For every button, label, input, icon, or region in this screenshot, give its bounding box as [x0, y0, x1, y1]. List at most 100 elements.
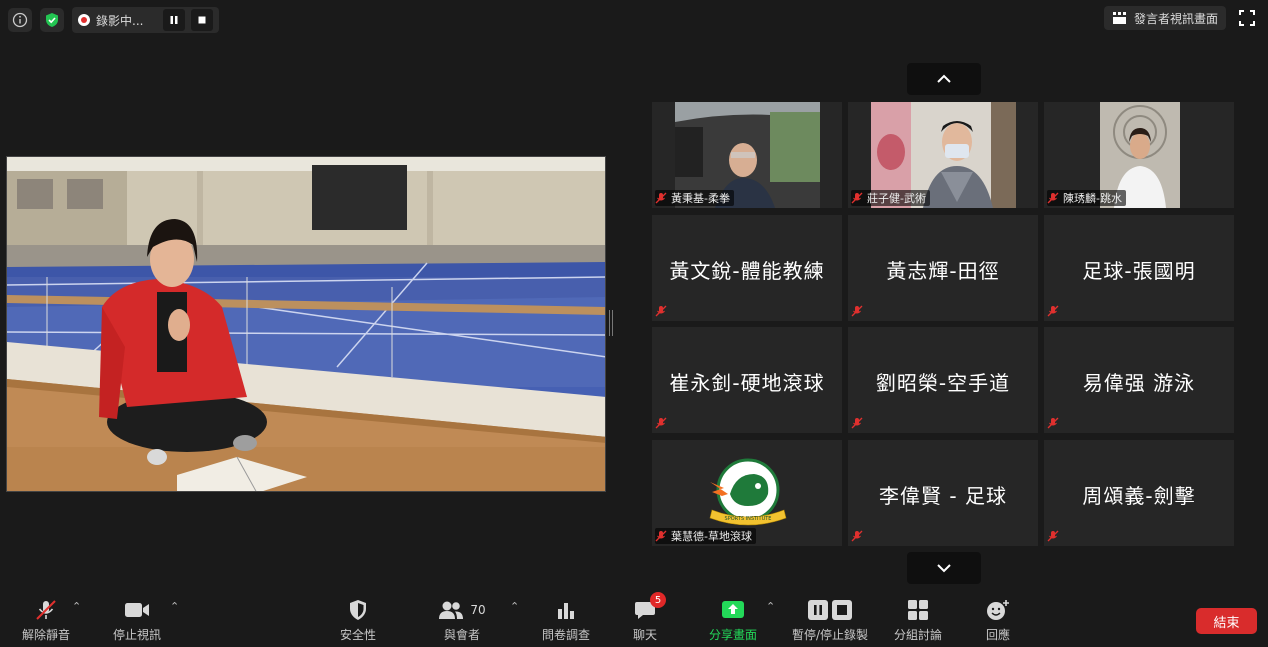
reactions-label: 回應 [985, 628, 1010, 642]
muted-mic-icon [851, 417, 863, 429]
gallery-next-page-button[interactable] [907, 552, 981, 584]
participant-name-large: 崔永釗-硬地滾球 [669, 371, 825, 395]
pause-icon [808, 600, 828, 620]
participant-nameplate [851, 303, 867, 319]
video-options-chevron-icon[interactable]: ⌃ [170, 600, 179, 613]
participants-count: 70 [470, 603, 486, 617]
participant-tile[interactable]: 黃秉基-柔拳 [652, 102, 842, 208]
participant-name-large: 足球-張國明 [1082, 259, 1196, 283]
participant-nameplate [1047, 303, 1063, 319]
participants-icon [439, 601, 464, 619]
shield-icon [350, 600, 366, 620]
participant-tile[interactable]: SPORTS INSTITUTE 葉慧德-草地滾球 [652, 440, 842, 546]
participant-nameplate: 黃秉基-柔拳 [655, 190, 734, 206]
muted-mic-icon [851, 305, 863, 317]
speaker-view-button[interactable]: 發言者視訊畫面 [1103, 6, 1226, 30]
panel-splitter-handle[interactable] [609, 310, 613, 336]
participant-name: 葉慧德-草地滾球 [671, 530, 752, 543]
stop-recording-button[interactable] [191, 9, 214, 31]
speaker-view-label: 發言者視訊畫面 [1133, 11, 1218, 26]
participant-name-large: 周頌義-劍擊 [1082, 484, 1196, 508]
reactions-button[interactable]: 回應 [958, 598, 1038, 643]
pause-stop-recording-label: 暫停/停止錄製 [791, 628, 869, 642]
participant-nameplate [851, 415, 867, 431]
breakout-rooms-icon [908, 600, 928, 620]
top-right-controls: 發言者視訊畫面 [1103, 6, 1256, 30]
pause-stop-recording-button[interactable]: 暫停/停止錄製 [790, 598, 870, 643]
polls-button[interactable]: 問卷調查 [526, 598, 606, 643]
info-button[interactable] [8, 8, 32, 32]
participant-nameplate: 陳琇麟-跳水 [1047, 190, 1126, 206]
end-meeting-button[interactable]: 結束 [1196, 608, 1257, 634]
gallery-prev-page-button[interactable] [907, 63, 981, 95]
bar-chart-icon [558, 603, 574, 619]
share-options-chevron-icon[interactable]: ⌃ [766, 600, 775, 613]
participant-name-large: 劉昭榮-空手道 [875, 371, 1011, 395]
stop-icon [832, 600, 852, 620]
participant-tile[interactable]: 陳琇麟-跳水 [1044, 102, 1234, 208]
pause-icon [170, 16, 178, 24]
pause-recording-button[interactable] [163, 9, 186, 31]
muted-mic-icon [655, 417, 667, 429]
participants-options-chevron-icon[interactable]: ⌃ [510, 600, 519, 613]
participant-tile[interactable]: 黃文銳-體能教練 [652, 215, 842, 321]
muted-mic-icon [655, 192, 667, 204]
chevron-down-icon [937, 564, 951, 573]
participant-tile[interactable]: 李偉賢 - 足球 [848, 440, 1038, 546]
muted-mic-icon [1047, 192, 1059, 204]
participant-nameplate: 莊子健-武術 [851, 190, 930, 206]
top-left-controls: 錄影中... [8, 7, 220, 33]
chat-button[interactable]: 5 聊天 [605, 592, 685, 643]
participant-tile[interactable]: 劉昭榮-空手道 [848, 327, 1038, 433]
meeting-toolbar: 解除靜音 ⌃ 停止視訊 ⌃ 安全性 70 與會者 ⌃ 問卷調查 5 聊天 分享畫… [0, 590, 1268, 647]
muted-mic-icon [851, 192, 863, 204]
muted-mic-icon [1047, 305, 1059, 317]
speaker-video-frame [7, 157, 605, 491]
muted-mic-icon [655, 305, 667, 317]
chat-unread-badge: 5 [650, 592, 666, 608]
share-screen-label: 分享畫面 [708, 628, 757, 642]
participant-nameplate [1047, 528, 1063, 544]
participant-name-large: 黃文銳-體能教練 [669, 259, 825, 283]
security-button[interactable]: 安全性 [318, 598, 398, 643]
fullscreen-icon [1239, 10, 1255, 26]
muted-mic-icon [1047, 530, 1059, 542]
breakout-rooms-button[interactable]: 分組討論 [878, 598, 958, 643]
participant-name-large: 易偉强 游泳 [1082, 371, 1196, 395]
breakout-rooms-label: 分組討論 [893, 628, 942, 642]
participants-label: 與會者 [443, 628, 480, 642]
stop-icon [198, 16, 206, 24]
stop-video-label: 停止視訊 [112, 628, 161, 642]
participant-nameplate [1047, 415, 1063, 431]
fullscreen-button[interactable] [1238, 9, 1256, 27]
participant-tile[interactable]: 易偉强 游泳 [1044, 327, 1234, 433]
active-speaker-video[interactable] [6, 156, 606, 492]
participant-name: 黃秉基-柔拳 [671, 192, 730, 205]
participants-button[interactable]: 70 與會者 [422, 598, 502, 643]
participant-tile[interactable]: 足球-張國明 [1044, 215, 1234, 321]
polls-label: 問卷調查 [541, 628, 590, 642]
participant-tile[interactable]: 黃志輝-田徑 [848, 215, 1038, 321]
chat-label: 聊天 [632, 628, 657, 642]
recording-indicator: 錄影中... [72, 7, 220, 33]
participant-tile[interactable]: 莊子健-武術 [848, 102, 1038, 208]
encryption-button[interactable] [40, 8, 64, 32]
unmute-label: 解除靜音 [21, 628, 70, 642]
info-icon [12, 12, 28, 28]
share-screen-button[interactable]: 分享畫面 [693, 598, 773, 643]
end-meeting-label: 結束 [1213, 615, 1240, 631]
recording-label: 錄影中... [96, 13, 144, 28]
security-label: 安全性 [339, 628, 376, 642]
audio-options-chevron-icon[interactable]: ⌃ [72, 600, 81, 613]
emoji-plus-icon [987, 600, 1009, 620]
participant-name-large: 黃志輝-田徑 [886, 259, 1000, 283]
chevron-up-icon [937, 74, 951, 83]
participant-tile[interactable]: 崔永釗-硬地滾球 [652, 327, 842, 433]
stop-video-button[interactable]: 停止視訊 [97, 598, 177, 643]
participant-name-large: 李偉賢 - 足球 [879, 484, 1007, 508]
participant-name: 莊子健-武術 [867, 192, 926, 205]
participant-nameplate [655, 303, 671, 319]
muted-mic-icon [655, 530, 667, 542]
shield-check-icon [46, 13, 58, 27]
participant-tile[interactable]: 周頌義-劍擊 [1044, 440, 1234, 546]
